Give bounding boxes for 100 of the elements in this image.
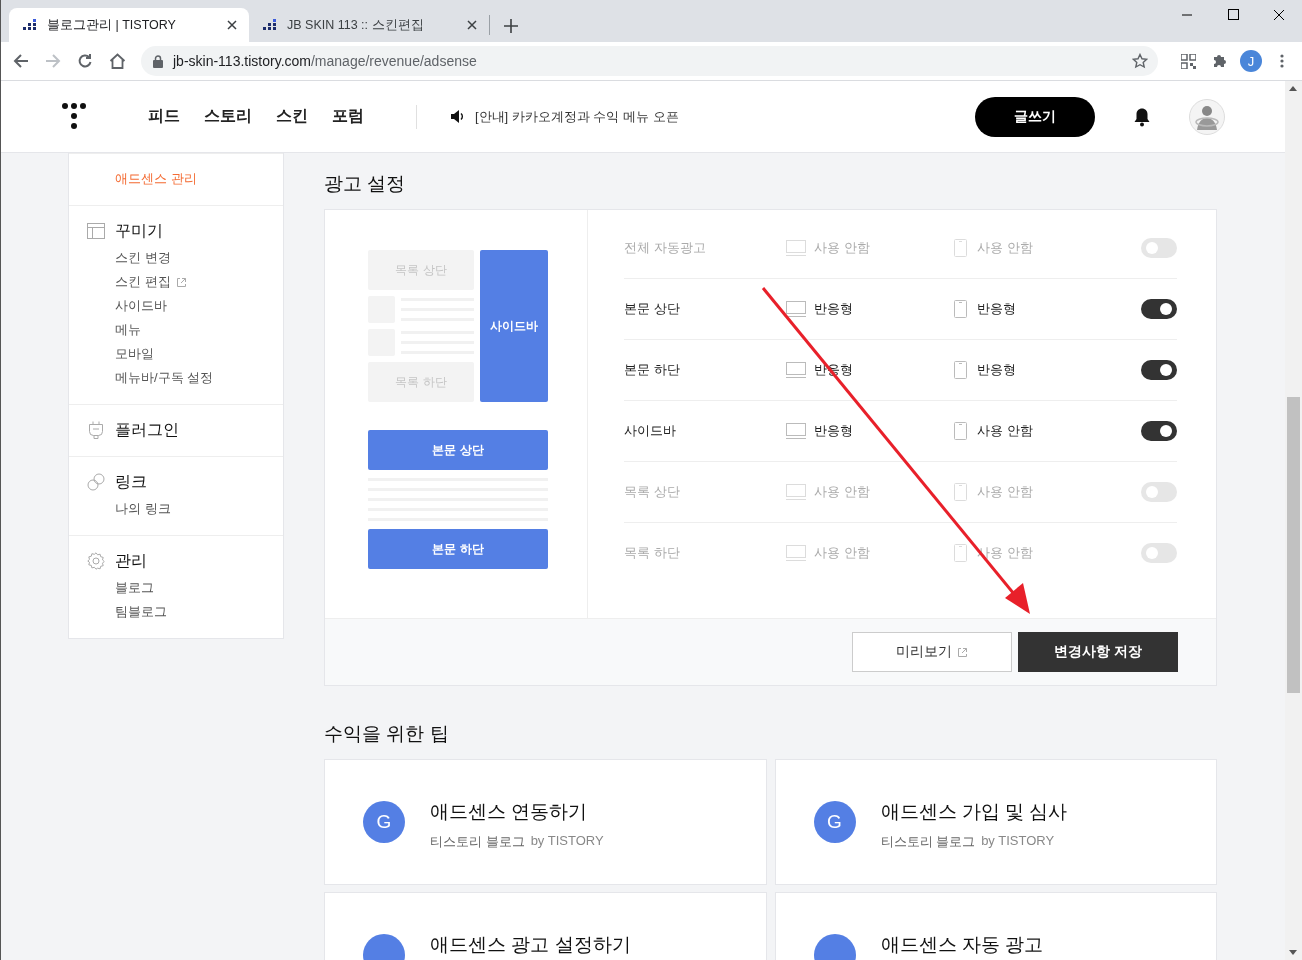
pc-ad-type: 사용 안함 bbox=[814, 239, 870, 257]
card-title: 애드센스 자동 광고 bbox=[880, 933, 1044, 957]
close-icon[interactable] bbox=[467, 20, 477, 30]
sidebar-heading[interactable]: 링크 bbox=[115, 471, 147, 493]
save-button[interactable]: 변경사항 저장 bbox=[1018, 632, 1178, 672]
card-source: 티스토리 블로그 bbox=[880, 833, 976, 851]
bell-icon[interactable] bbox=[1133, 106, 1151, 127]
link-icon bbox=[87, 473, 105, 491]
sidebar-heading[interactable]: 플러그인 bbox=[115, 419, 179, 441]
ad-position-label: 목록 하단 bbox=[624, 544, 681, 562]
tip-card[interactable]: 애드센스 광고 설정하기 bbox=[324, 892, 767, 960]
mobile-ad-type: 사용 안함 bbox=[977, 483, 1033, 501]
external-link-icon bbox=[957, 646, 968, 658]
preview-button[interactable]: 미리보기 bbox=[852, 632, 1012, 672]
new-tab-icon[interactable] bbox=[504, 19, 518, 33]
card-title: 애드센스 가입 및 심사 bbox=[880, 800, 1068, 824]
monitor-icon bbox=[786, 545, 806, 561]
mobile-ad-type: 사용 안함 bbox=[977, 239, 1033, 257]
sidebar-item[interactable]: 모바일 bbox=[115, 345, 154, 363]
puzzle-icon[interactable] bbox=[1212, 53, 1228, 69]
mobile-ad-type: 반응형 bbox=[977, 300, 1016, 318]
sidebar-heading[interactable]: 꾸미기 bbox=[115, 220, 163, 242]
tip-card[interactable]: G 애드센스 가입 및 심사 티스토리 블로그 by TISTORY bbox=[774, 759, 1217, 885]
sidebar-item[interactable]: 스킨 변경 bbox=[115, 249, 171, 267]
monitor-icon bbox=[786, 240, 806, 256]
tip-card[interactable]: 애드센스 자동 광고 bbox=[774, 892, 1217, 960]
ad-position-label: 본문 상단 bbox=[624, 300, 681, 318]
card-source: 티스토리 블로그 bbox=[430, 833, 525, 851]
scroll-up-icon[interactable] bbox=[1289, 86, 1297, 91]
home-icon[interactable] bbox=[108, 53, 126, 69]
scroll-down-icon[interactable] bbox=[1289, 950, 1297, 955]
card-author: by TISTORY bbox=[981, 833, 1055, 850]
pc-ad-type: 사용 안함 bbox=[814, 483, 870, 501]
close-icon[interactable] bbox=[227, 20, 237, 30]
pc-ad-type: 반응형 bbox=[814, 422, 853, 440]
phone-icon bbox=[954, 300, 967, 318]
sidebar-item[interactable]: 메뉴바/구독 설정 bbox=[115, 369, 214, 387]
address-bar[interactable]: jb-skin-113.tistory.com/manage/revenue/adsense bbox=[141, 46, 1158, 76]
back-icon[interactable] bbox=[13, 53, 29, 69]
ad-slot: 본문 하단 bbox=[368, 529, 548, 569]
monitor-icon bbox=[786, 484, 806, 500]
nav-link[interactable]: 스토리 bbox=[204, 106, 252, 127]
monitor-icon bbox=[786, 362, 806, 378]
ad-slot: 본문 상단 bbox=[368, 430, 548, 470]
ad-position-label: 목록 상단 bbox=[624, 483, 681, 501]
sidebar-heading[interactable]: 관리 bbox=[115, 550, 147, 572]
browser-tab[interactable]: 블로그관리 | TISTORY bbox=[9, 8, 249, 42]
qr-code-icon[interactable] bbox=[1180, 53, 1196, 69]
favicon-icon bbox=[263, 19, 277, 31]
ad-slot: 사이드바 bbox=[480, 250, 548, 402]
favicon-icon bbox=[23, 19, 37, 31]
lock-icon bbox=[153, 54, 163, 68]
settings-icon bbox=[87, 552, 105, 570]
sidebar-item[interactable]: 메뉴 bbox=[115, 321, 141, 339]
logo-icon[interactable] bbox=[62, 102, 88, 131]
toggle-switch[interactable] bbox=[1141, 421, 1177, 441]
section-title: 수익을 위한 팁 bbox=[324, 723, 450, 745]
tip-card[interactable]: G 애드센스 연동하기 티스토리 블로그 by TISTORY bbox=[324, 759, 767, 885]
mobile-ad-type: 사용 안함 bbox=[977, 422, 1033, 440]
section-title: 광고 설정 bbox=[324, 173, 407, 195]
nav-link[interactable]: 피드 bbox=[148, 106, 180, 127]
card-title: 애드센스 연동하기 bbox=[430, 800, 589, 824]
avatar[interactable] bbox=[1189, 98, 1225, 135]
toggle-switch[interactable] bbox=[1141, 299, 1177, 319]
phone-icon bbox=[954, 483, 967, 501]
toggle-switch[interactable] bbox=[1141, 482, 1177, 502]
ad-position-label: 사이드바 bbox=[624, 422, 677, 440]
sidebar-item[interactable]: 나의 링크 bbox=[115, 500, 171, 518]
nav-link[interactable]: 포럼 bbox=[332, 106, 364, 127]
profile-avatar[interactable]: J bbox=[1240, 50, 1262, 72]
ad-position-label: 본문 하단 bbox=[624, 361, 681, 379]
sidebar-item[interactable]: 블로그 bbox=[115, 579, 154, 597]
sidebar-item[interactable]: 사이드바 bbox=[115, 297, 167, 315]
star-icon[interactable] bbox=[1132, 53, 1148, 69]
phone-icon bbox=[954, 361, 967, 379]
plug-icon bbox=[88, 421, 104, 439]
mobile-ad-type: 반응형 bbox=[977, 361, 1016, 379]
toggle-switch[interactable] bbox=[1141, 543, 1177, 563]
monitor-icon bbox=[786, 301, 806, 317]
toggle-switch[interactable] bbox=[1141, 360, 1177, 380]
layout-icon bbox=[87, 223, 105, 239]
menu-icon[interactable] bbox=[1280, 54, 1284, 68]
card-title: 애드센스 광고 설정하기 bbox=[430, 933, 631, 957]
monitor-icon bbox=[786, 423, 806, 439]
browser-tab[interactable]: JB SKIN 113 :: 스킨편집 bbox=[249, 8, 489, 42]
scrollbar[interactable] bbox=[1285, 81, 1302, 960]
write-button[interactable]: 글쓰기 bbox=[975, 96, 1095, 137]
g-logo-icon: G bbox=[363, 801, 405, 843]
url-text: jb-skin-113.tistory.com/manage/revenue/adsense bbox=[173, 53, 478, 69]
card-author: by TISTORY bbox=[530, 833, 604, 850]
nav-link[interactable]: 스킨 bbox=[276, 106, 308, 127]
speaker-icon bbox=[451, 110, 465, 123]
toggle-switch[interactable] bbox=[1141, 238, 1177, 258]
notice-link[interactable]: [안내] 카카오계정과 수익 메뉴 오픈 bbox=[475, 107, 679, 126]
phone-icon bbox=[954, 422, 967, 440]
pc-ad-type: 사용 안함 bbox=[814, 544, 870, 562]
reload-icon[interactable] bbox=[77, 53, 93, 69]
sidebar-item[interactable]: 스킨 편집 bbox=[115, 273, 171, 291]
sidebar-item[interactable]: 팀블로그 bbox=[115, 603, 167, 621]
phone-icon bbox=[954, 544, 967, 562]
